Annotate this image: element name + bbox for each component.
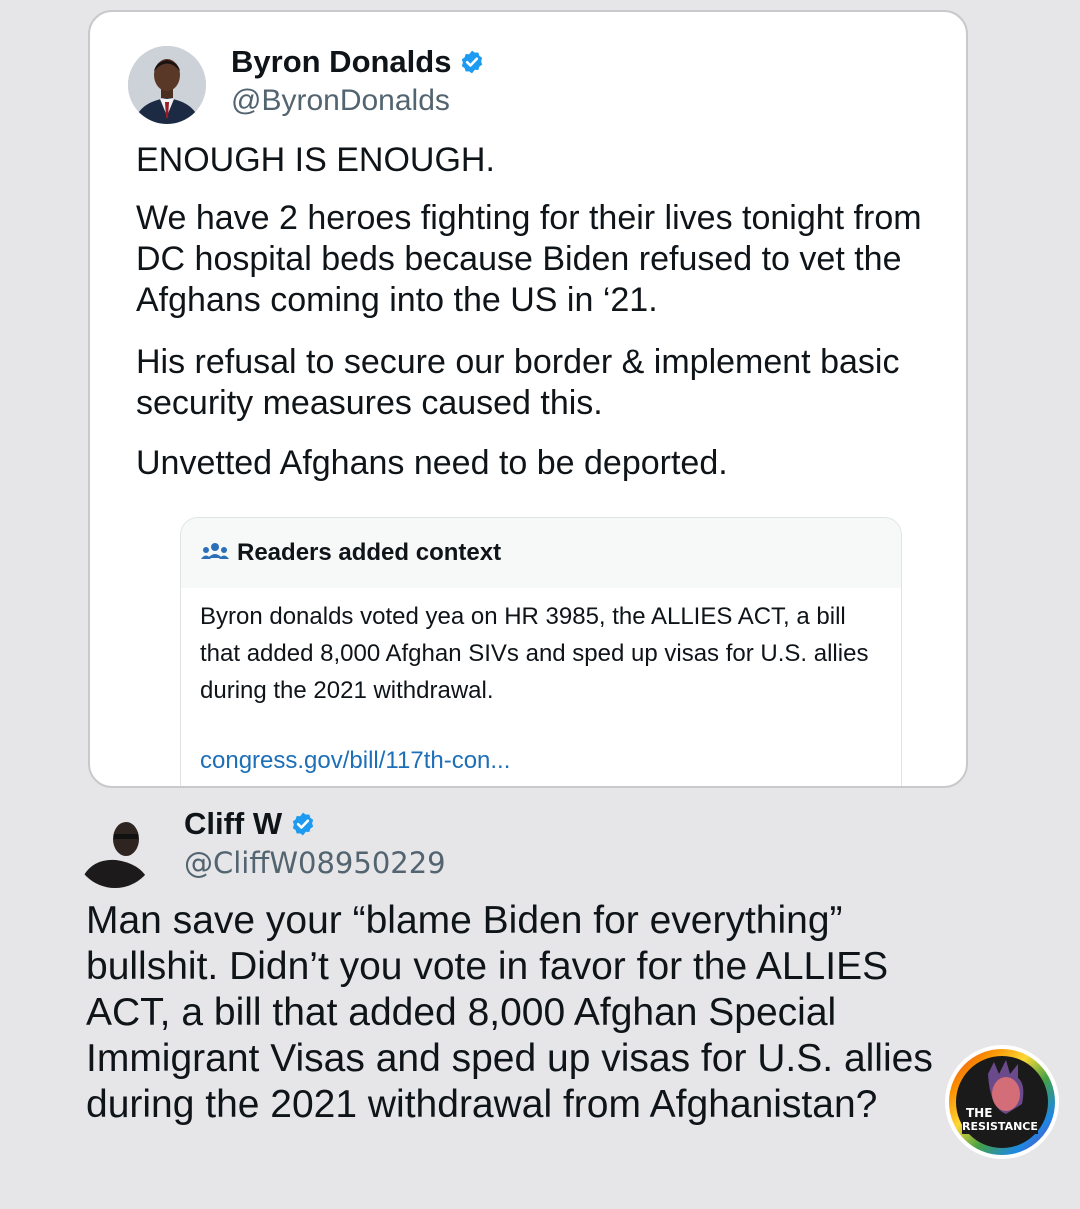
community-note-header: Readers added context (181, 518, 901, 588)
logo-line-1: THE (966, 1106, 993, 1120)
logo-line-2: RESISTANCE (962, 1120, 1038, 1134)
reply-author-handle[interactable]: @CliffW08950229 (184, 846, 446, 880)
byron-name-row[interactable]: Byron Donalds (231, 44, 485, 80)
cliff-name-row[interactable]: Cliff W (184, 806, 316, 842)
reply-author-name[interactable]: Cliff W (184, 806, 282, 842)
tweet-paragraph: Unvetted Afghans need to be deported. (136, 444, 728, 482)
community-note-title: Readers added context (237, 539, 502, 566)
people-icon (201, 543, 229, 559)
tweet-paragraph: ENOUGH IS ENOUGH. (136, 141, 495, 179)
reply-text: Man save your “blame Biden for everythin… (86, 899, 933, 1126)
community-note-link[interactable]: congress.gov/bill/117th-con... (200, 747, 510, 775)
tweet-paragraph: His refusal to secure our border & imple… (136, 343, 900, 422)
cliff-avatar[interactable] (74, 806, 156, 888)
community-note[interactable]: Readers added context Byron donalds vote… (180, 517, 902, 786)
tweet-paragraph: We have 2 heroes fighting for their live… (136, 199, 922, 319)
author-name[interactable]: Byron Donalds (231, 44, 451, 80)
verified-badge-icon (462, 50, 483, 74)
tweet-card[interactable]: Byron Donalds @ByronDonalds ENOUGH IS EN… (88, 10, 968, 788)
byron-avatar[interactable] (128, 46, 206, 124)
community-note-text: Byron donalds voted yea on HR 3985, the … (200, 603, 869, 704)
the-resistance-logo: THE RESISTANCE (944, 1044, 1060, 1160)
author-handle[interactable]: @ByronDonalds (231, 84, 450, 118)
verified-badge-icon (292, 812, 314, 836)
